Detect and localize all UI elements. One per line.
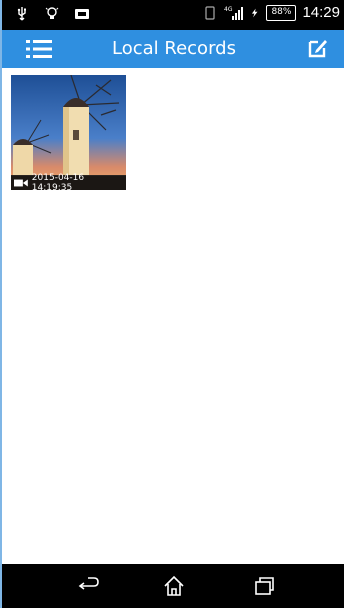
app-bar: Local Records (2, 30, 344, 68)
page-title: Local Records (112, 38, 236, 59)
usb-icon (17, 7, 26, 21)
record-thumbnail[interactable]: 2015-04-16 14:19:35 (11, 75, 126, 190)
record-timestamp: 2015-04-16 14:19:35 (31, 173, 85, 190)
status-bar: 4G 88% 14:29 (2, 0, 344, 30)
sim-icon (205, 5, 216, 20)
lightbulb-icon (45, 7, 59, 19)
back-icon[interactable] (78, 574, 102, 598)
video-camera-icon (14, 179, 28, 187)
app-frame: 4G 88% 14:29 Local Records 2015-04-16 14… (0, 0, 344, 608)
record-caption: 2015-04-16 14:19:35 (11, 173, 126, 190)
home-icon[interactable] (162, 574, 186, 598)
records-list: 2015-04-16 14:19:35 (2, 68, 344, 564)
navigation-bar (2, 564, 344, 608)
clock: 14:29 (302, 4, 340, 21)
recent-apps-icon[interactable] (252, 574, 276, 598)
battery-indicator: 88% (266, 4, 297, 21)
charging-icon (252, 8, 258, 17)
edit-icon[interactable] (306, 36, 330, 60)
notification-icon (75, 9, 89, 19)
signal-icon: 4G (224, 6, 244, 20)
network-type-label: 4G (224, 6, 233, 13)
